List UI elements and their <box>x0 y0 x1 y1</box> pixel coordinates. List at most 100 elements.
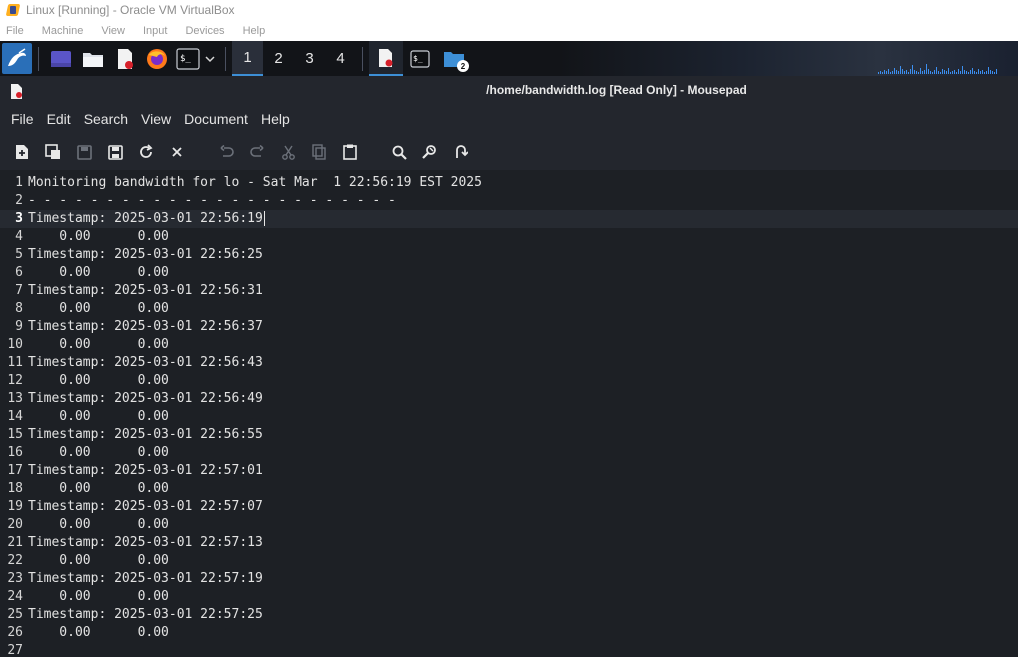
menu-file[interactable]: File <box>11 111 34 127</box>
menu-help[interactable]: Help <box>261 111 290 127</box>
text-line[interactable]: 0.00 0.00 <box>28 444 1018 462</box>
graph-bar <box>880 71 881 74</box>
graph-bar <box>954 70 955 74</box>
graph-bar <box>976 72 977 74</box>
line-number: 22 <box>7 553 23 568</box>
terminal-icon[interactable]: $_ <box>176 46 216 72</box>
task-terminal[interactable]: $_ <box>403 41 437 76</box>
text-line[interactable]: Monitoring bandwidth for lo - Sat Mar 1 … <box>28 174 1018 192</box>
line-number: 8 <box>15 301 23 316</box>
line-number: 13 <box>7 391 23 406</box>
graph-bar <box>978 69 979 74</box>
save-icon[interactable] <box>73 141 95 163</box>
network-activity-graph <box>878 45 1014 74</box>
text-line[interactable]: Timestamp: 2025-03-01 22:57:25 <box>28 606 1018 624</box>
vb-menu-devices[interactable]: Devices <box>185 25 224 37</box>
text-line[interactable]: 0.00 0.00 <box>28 624 1018 642</box>
menu-view[interactable]: View <box>141 111 171 127</box>
text-line[interactable]: Timestamp: 2025-03-01 22:57:19 <box>28 570 1018 588</box>
graph-bar <box>944 70 945 74</box>
graph-bar <box>890 72 891 74</box>
text-area[interactable]: Monitoring bandwidth for lo - Sat Mar 1 … <box>28 174 1018 657</box>
line-number: 12 <box>7 373 23 388</box>
desktop-icon[interactable] <box>48 46 74 72</box>
text-line[interactable]: 0.00 0.00 <box>28 372 1018 390</box>
find-replace-icon[interactable] <box>419 141 441 163</box>
kali-menu-icon[interactable] <box>2 43 32 74</box>
text-line-content: Timestamp: 2025-03-01 22:56:19 <box>28 211 263 226</box>
text-line[interactable]: Timestamp: 2025-03-01 22:56:25 <box>28 246 1018 264</box>
text-line[interactable]: 0.00 0.00 <box>28 336 1018 354</box>
file-manager-icon[interactable] <box>80 46 106 72</box>
graph-bar <box>934 70 935 74</box>
graph-bar <box>986 71 987 74</box>
vb-menu-machine[interactable]: Machine <box>42 25 84 37</box>
text-line[interactable]: 0.00 0.00 <box>28 552 1018 570</box>
text-line[interactable]: 0.00 0.00 <box>28 408 1018 426</box>
text-line[interactable] <box>28 642 1018 657</box>
text-editor[interactable]: 1 2 3 4 5 6 7 8 9 10 11 12 13 14 15 16 17 18 19 20 21 22 23 24 2… <box>0 170 1018 657</box>
save-as-icon[interactable] <box>104 141 126 163</box>
text-line[interactable]: Timestamp: 2025-03-01 22:57:13 <box>28 534 1018 552</box>
text-line[interactable]: Timestamp: 2025-03-01 22:56:19 <box>28 210 1018 228</box>
menu-edit[interactable]: Edit <box>47 111 71 127</box>
line-number: 17 <box>7 463 23 478</box>
graph-bar <box>886 71 887 74</box>
close-document-icon[interactable] <box>166 141 188 163</box>
text-line[interactable]: - - - - - - - - - - - - - - - - - - - - … <box>28 192 1018 210</box>
workspace-2[interactable]: 2 <box>263 41 294 76</box>
text-line[interactable]: Timestamp: 2025-03-01 22:56:31 <box>28 282 1018 300</box>
workspace-3[interactable]: 3 <box>294 41 325 76</box>
graph-bar <box>996 69 997 74</box>
graph-bar <box>912 65 913 74</box>
reload-icon[interactable] <box>135 141 157 163</box>
cut-icon[interactable] <box>277 141 299 163</box>
menu-search[interactable]: Search <box>84 111 128 127</box>
task-mousepad[interactable] <box>369 41 403 76</box>
task-file-manager[interactable]: 2 <box>437 41 471 76</box>
graph-bar <box>948 68 949 74</box>
graph-bar <box>932 72 933 74</box>
new-window-icon[interactable] <box>42 141 64 163</box>
vb-menu-file[interactable]: File <box>6 25 24 37</box>
firefox-icon[interactable] <box>144 46 170 72</box>
go-to-line-icon[interactable] <box>450 141 472 163</box>
line-number: 21 <box>7 535 23 550</box>
vb-menu-view[interactable]: View <box>101 25 125 37</box>
undo-icon[interactable] <box>215 141 237 163</box>
graph-bar <box>942 69 943 74</box>
graph-bar <box>902 69 903 74</box>
text-line[interactable]: 0.00 0.00 <box>28 300 1018 318</box>
panel-separator <box>38 46 39 71</box>
mousepad-icon[interactable] <box>112 46 138 72</box>
text-line[interactable]: Timestamp: 2025-03-01 22:56:55 <box>28 426 1018 444</box>
text-line[interactable]: 0.00 0.00 <box>28 480 1018 498</box>
text-line[interactable]: Timestamp: 2025-03-01 22:56:49 <box>28 390 1018 408</box>
line-number: 25 <box>7 607 23 622</box>
redo-icon[interactable] <box>246 141 268 163</box>
text-line[interactable]: 0.00 0.00 <box>28 264 1018 282</box>
text-line[interactable]: Timestamp: 2025-03-01 22:57:01 <box>28 462 1018 480</box>
line-number: 9 <box>15 319 23 334</box>
workspace-4[interactable]: 4 <box>325 41 356 76</box>
copy-icon[interactable] <box>308 141 330 163</box>
text-line[interactable]: 0.00 0.00 <box>28 228 1018 246</box>
paste-icon[interactable] <box>339 141 361 163</box>
graph-bar <box>896 70 897 74</box>
graph-bar <box>940 72 941 74</box>
new-document-icon[interactable] <box>11 141 33 163</box>
text-line[interactable]: Timestamp: 2025-03-01 22:57:07 <box>28 498 1018 516</box>
line-number: 6 <box>15 265 23 280</box>
vb-menu-input[interactable]: Input <box>143 25 167 37</box>
vb-menu-help[interactable]: Help <box>243 25 266 37</box>
menu-document[interactable]: Document <box>184 111 248 127</box>
workspace-1[interactable]: 1 <box>232 41 263 76</box>
text-line[interactable]: Timestamp: 2025-03-01 22:56:37 <box>28 318 1018 336</box>
graph-bar <box>938 71 939 74</box>
search-icon[interactable] <box>388 141 410 163</box>
graph-bar <box>966 71 967 74</box>
graph-bar <box>946 71 947 74</box>
text-line[interactable]: 0.00 0.00 <box>28 588 1018 606</box>
text-line[interactable]: 0.00 0.00 <box>28 516 1018 534</box>
text-line[interactable]: Timestamp: 2025-03-01 22:56:43 <box>28 354 1018 372</box>
